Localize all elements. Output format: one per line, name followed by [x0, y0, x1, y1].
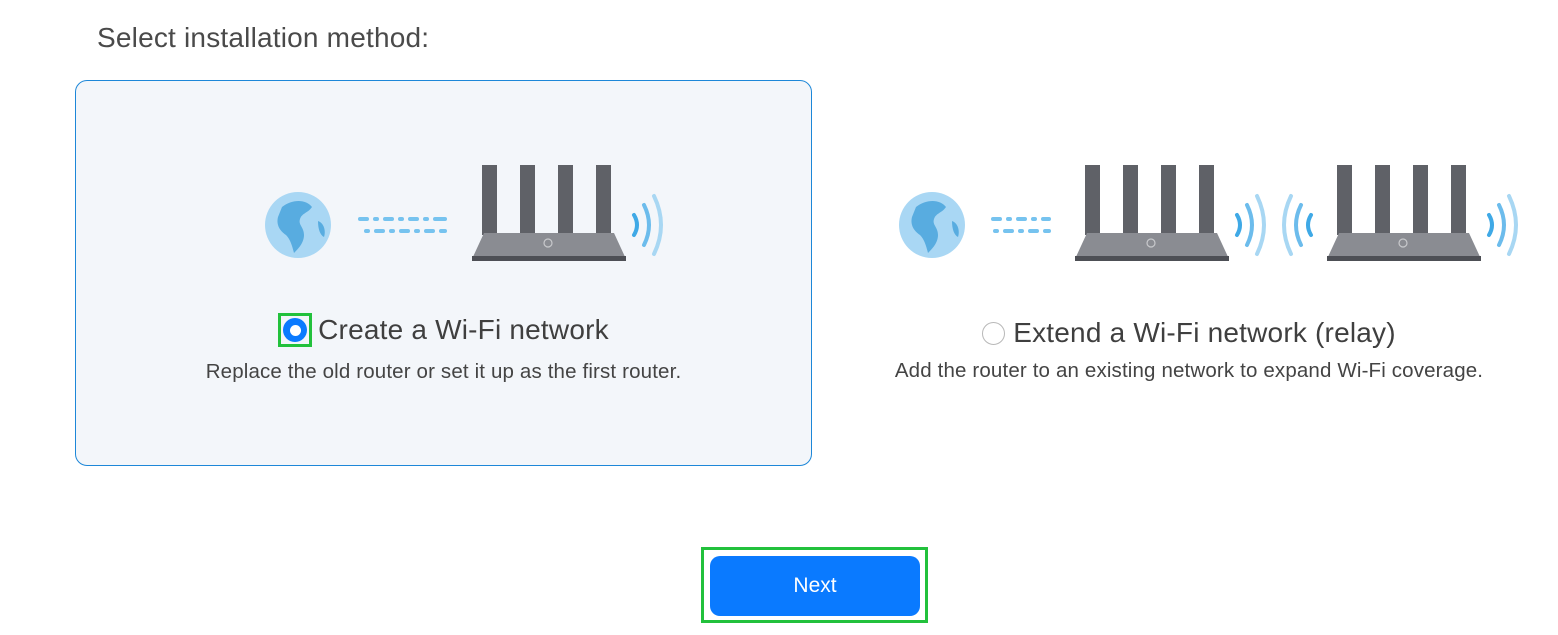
- next-button[interactable]: Next: [710, 556, 920, 616]
- create-network-illustration: [265, 165, 663, 261]
- wifi-signal-icon: [1282, 194, 1313, 256]
- option-description-create: Replace the old router or set it up as t…: [205, 360, 682, 383]
- option-title-extend: Extend a Wi-Fi network (relay): [1013, 317, 1396, 348]
- option-card-extend-wifi[interactable]: Extend a Wi-Fi network (relay) Add the r…: [834, 80, 1544, 466]
- globe-icon: [899, 192, 965, 258]
- router-icon: [1327, 165, 1481, 261]
- radio-extend-wifi[interactable]: [982, 321, 1006, 345]
- radio-create-wifi[interactable]: [278, 313, 313, 347]
- option-card-create-wifi[interactable]: Create a Wi-Fi network Replace the old r…: [75, 80, 812, 466]
- router-icon: [1075, 165, 1229, 261]
- option-row-extend: Extend a Wi-Fi network (relay): [835, 317, 1543, 349]
- globe-icon: [265, 192, 331, 258]
- page-title: Select installation method:: [97, 22, 430, 53]
- cable-dashes-icon: [358, 217, 447, 233]
- extend-network-illustration: [899, 165, 1518, 261]
- radio-inner-dot: [289, 324, 301, 336]
- router-icon: [472, 165, 626, 261]
- wifi-signal-icon: [632, 194, 663, 256]
- cable-dashes-icon: [991, 217, 1051, 233]
- wifi-signal-icon: [1235, 194, 1266, 256]
- radio-selected-indicator: [283, 318, 308, 342]
- installation-method-page: Select installation method: Create a Wi-…: [0, 0, 1558, 635]
- option-title-create: Create a Wi-Fi network: [318, 314, 609, 345]
- option-row-create: Create a Wi-Fi network: [76, 313, 811, 347]
- wifi-signal-icon: [1487, 194, 1518, 256]
- option-description-extend: Add the router to an existing network to…: [894, 359, 1484, 382]
